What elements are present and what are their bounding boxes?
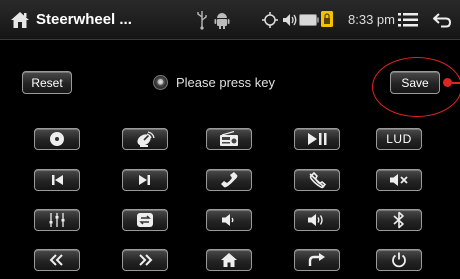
back-icon[interactable] (432, 11, 452, 29)
lud-key-label: LUD (386, 132, 412, 146)
app-title: Steerwheel ... (36, 11, 132, 28)
gps-icon (262, 12, 278, 28)
home-icon[interactable] (10, 11, 30, 29)
play-pause-icon (308, 133, 327, 145)
satellite-icon (137, 131, 155, 147)
volume-up-icon (308, 214, 323, 226)
call-end-key[interactable] (294, 169, 340, 191)
return-icon (308, 253, 325, 266)
skip-next-icon (139, 175, 150, 185)
source-key[interactable] (122, 128, 168, 150)
reset-button-label: Reset (31, 75, 63, 90)
disc-key[interactable] (34, 128, 80, 150)
next-key[interactable] (122, 169, 168, 191)
power-key[interactable] (376, 249, 422, 271)
android-icon (214, 13, 230, 29)
equalizer-key[interactable] (34, 209, 80, 231)
home-icon (221, 253, 237, 267)
annotation-pointer (452, 82, 460, 84)
status-bar: Steerwheel ... 8:33 pm (0, 0, 460, 40)
return-key[interactable] (294, 249, 340, 271)
battery-icon (299, 14, 319, 26)
equalizer-icon (49, 213, 65, 227)
power-icon (392, 252, 406, 268)
prompt-text: Please press key (176, 74, 275, 90)
radio-key[interactable] (206, 128, 252, 150)
bluetooth-key[interactable] (376, 209, 422, 231)
reset-button[interactable]: Reset (22, 71, 72, 94)
phone-icon (221, 172, 238, 188)
lud-key[interactable]: LUD (376, 128, 422, 150)
status-indicator-icon (153, 74, 168, 90)
volume-down-key[interactable] (206, 209, 252, 231)
fast-forward-key[interactable] (122, 249, 168, 271)
mute-key[interactable] (376, 169, 422, 191)
skip-previous-icon (52, 175, 63, 185)
volume-down-icon (222, 214, 234, 226)
previous-key[interactable] (34, 169, 80, 191)
call-answer-key[interactable] (206, 169, 252, 191)
rewind-icon (49, 254, 63, 266)
volume-up-key[interactable] (294, 209, 340, 231)
annotation-dot (443, 78, 452, 87)
mute-icon (390, 174, 408, 186)
disc-icon (50, 132, 64, 146)
home-key[interactable] (206, 249, 252, 271)
radio-icon (220, 131, 238, 146)
phone-hangup-icon (309, 171, 327, 189)
mode-switch-icon (137, 213, 153, 227)
rewind-key[interactable] (34, 249, 80, 271)
usb-icon (197, 11, 207, 30)
clock: 8:33 pm (348, 12, 395, 27)
volume-icon (283, 14, 297, 26)
bluetooth-icon (393, 211, 404, 229)
lock-icon (321, 11, 333, 27)
steerwheel-learning-panel: Reset Please press key Save LUD (0, 41, 460, 279)
play-pause-key[interactable] (294, 128, 340, 150)
fast-forward-icon (139, 254, 153, 266)
mode-key[interactable] (122, 209, 168, 231)
key-prompt: Please press key (153, 71, 275, 93)
annotation-circle (372, 57, 460, 117)
menu-icon[interactable] (398, 11, 418, 29)
